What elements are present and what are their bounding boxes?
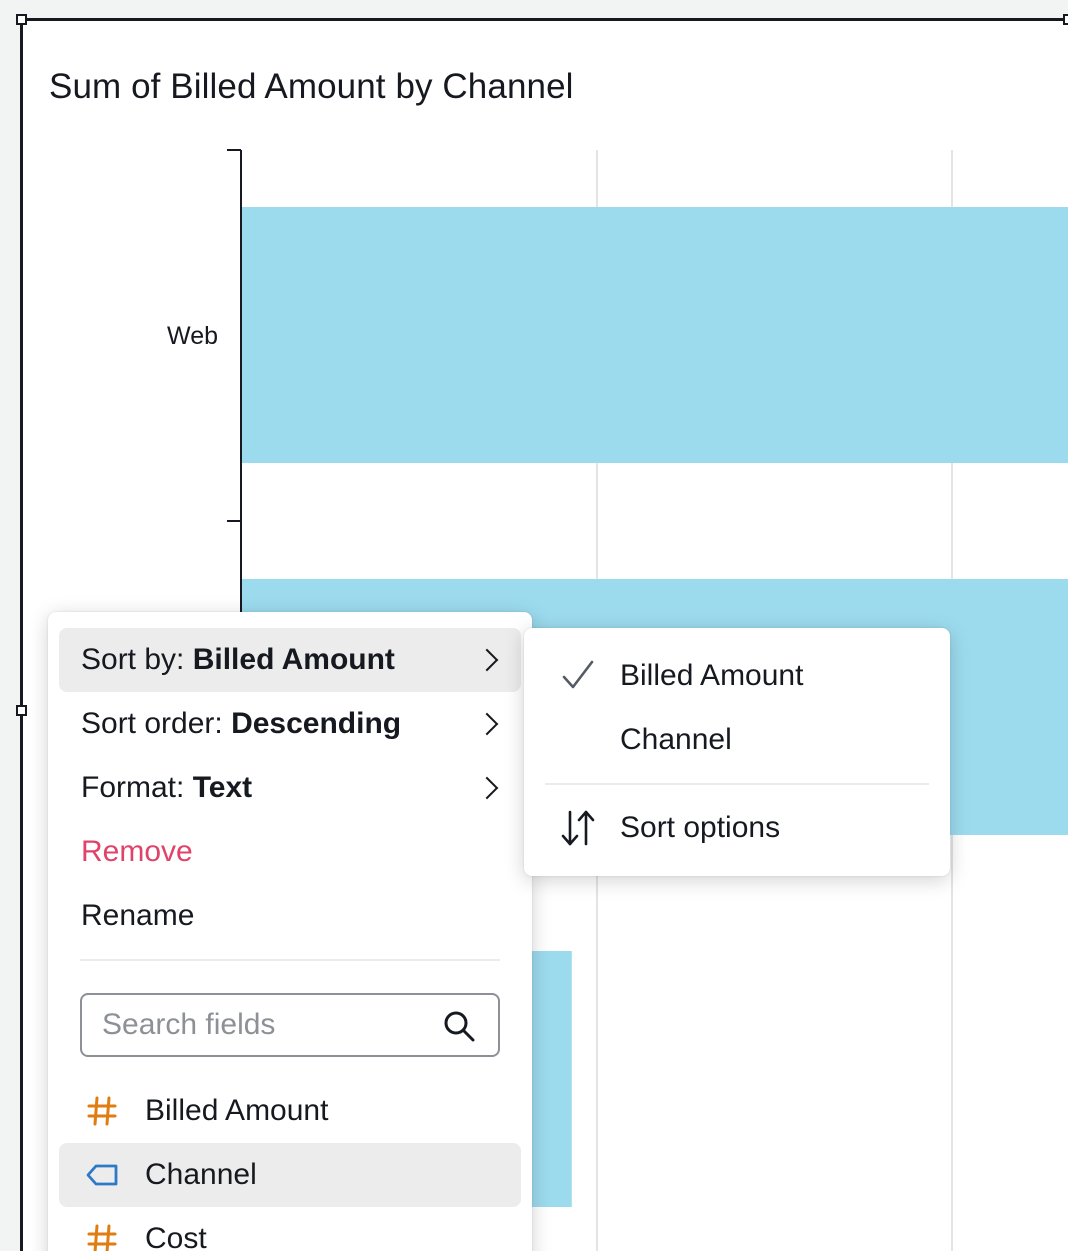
field-context-menu: Sort by: Billed Amount Sort order: Desce…: [48, 612, 532, 1251]
format-menu-item[interactable]: Format: Text: [59, 756, 521, 820]
tag-icon: [86, 1164, 118, 1186]
sort-by-value: Billed Amount: [192, 643, 395, 676]
sort-by-prefix: Sort by:: [81, 643, 193, 676]
format-prefix: Format:: [81, 771, 193, 804]
sort-arrows-icon: [561, 810, 595, 846]
sort-option-label: Billed Amount: [620, 659, 804, 692]
hash-icon: [87, 1096, 117, 1126]
field-label: Billed Amount: [145, 1094, 329, 1127]
field-label: Channel: [145, 1158, 257, 1191]
sort-by-submenu: Billed Amount Channel Sort options: [524, 628, 950, 876]
sort-option-label: Channel: [620, 723, 732, 756]
remove-menu-item[interactable]: Remove: [59, 820, 521, 884]
field-item-channel[interactable]: Channel: [59, 1143, 521, 1207]
sort-by-menu-item[interactable]: Sort by: Billed Amount: [59, 628, 521, 692]
search-icon[interactable]: [442, 1009, 476, 1043]
chevron-right-icon: [475, 712, 499, 736]
field-label: Cost: [145, 1222, 207, 1251]
category-label: Web: [167, 322, 218, 350]
sort-order-prefix: Sort order:: [81, 707, 232, 740]
sort-option-channel[interactable]: Channel: [524, 708, 950, 772]
remove-label: Remove: [81, 835, 193, 868]
hash-icon: [87, 1224, 117, 1251]
search-fields-input[interactable]: [102, 1008, 422, 1042]
search-fields-box[interactable]: [80, 993, 500, 1057]
sort-order-value: Descending: [231, 707, 402, 740]
rename-label: Rename: [81, 899, 195, 932]
sort-order-menu-item[interactable]: Sort order: Descending: [59, 692, 521, 756]
rename-menu-item[interactable]: Rename: [59, 884, 521, 948]
submenu-divider: [545, 783, 929, 785]
menu-divider: [80, 959, 500, 961]
format-value: Text: [192, 771, 253, 804]
field-item-cost[interactable]: Cost: [59, 1207, 521, 1251]
field-item-billed-amount[interactable]: Billed Amount: [59, 1079, 521, 1143]
bar-0[interactable]: [241, 207, 1068, 463]
chevron-right-icon: [475, 776, 499, 800]
checkmark-icon: [562, 660, 594, 689]
sort-options-label: Sort options: [620, 811, 781, 844]
sort-option-billed-amount[interactable]: Billed Amount: [524, 644, 950, 708]
sort-options-item[interactable]: Sort options: [524, 796, 950, 860]
chevron-right-icon: [475, 648, 499, 672]
